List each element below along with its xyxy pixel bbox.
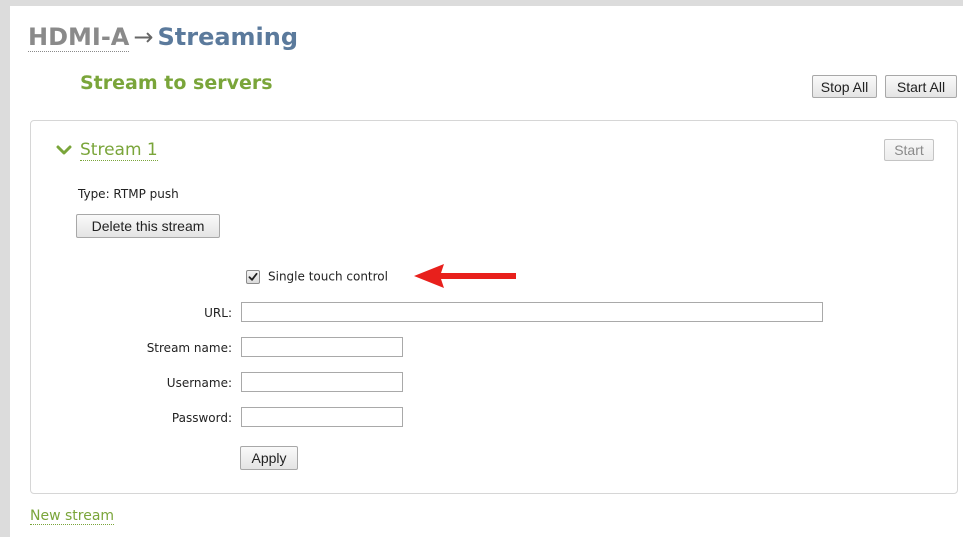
username-input[interactable] <box>241 372 403 392</box>
delete-stream-button[interactable]: Delete this stream <box>76 214 220 238</box>
username-label: Username: <box>166 376 232 390</box>
breadcrumb-parent-link[interactable]: HDMI-A <box>28 23 130 52</box>
stream-name-label: Stream name: <box>146 341 232 355</box>
password-label: Password: <box>171 411 232 425</box>
apply-button[interactable]: Apply <box>240 446 298 470</box>
stream-name-input[interactable] <box>241 337 403 357</box>
new-stream-link[interactable]: New stream <box>30 508 115 525</box>
section-title: Stream to servers <box>80 72 273 94</box>
stream-type-text: Type: RTMP push <box>78 187 179 201</box>
single-touch-label: Single touch control <box>268 269 388 284</box>
breadcrumb-separator: → <box>133 23 154 51</box>
chevron-down-icon[interactable] <box>56 142 72 158</box>
red-arrow-icon <box>414 264 516 288</box>
breadcrumb: HDMI-A → Streaming <box>28 22 298 52</box>
url-label: URL: <box>204 306 232 320</box>
page-title: Streaming <box>157 23 299 51</box>
stop-all-button[interactable]: Stop All <box>812 75 877 98</box>
url-input[interactable] <box>241 302 823 322</box>
checkmark-icon <box>248 272 258 281</box>
single-touch-checkbox[interactable] <box>246 269 260 284</box>
stream-start-button[interactable]: Start <box>884 139 934 161</box>
window-frame-left <box>0 0 10 537</box>
password-input[interactable] <box>241 407 403 427</box>
window-frame-top <box>0 0 963 6</box>
stream-header[interactable]: Stream 1 <box>56 139 158 163</box>
start-all-button[interactable]: Start All <box>885 75 957 98</box>
single-touch-control-row: Single touch control <box>246 266 388 284</box>
stream-name-link[interactable]: Stream 1 <box>80 139 158 161</box>
